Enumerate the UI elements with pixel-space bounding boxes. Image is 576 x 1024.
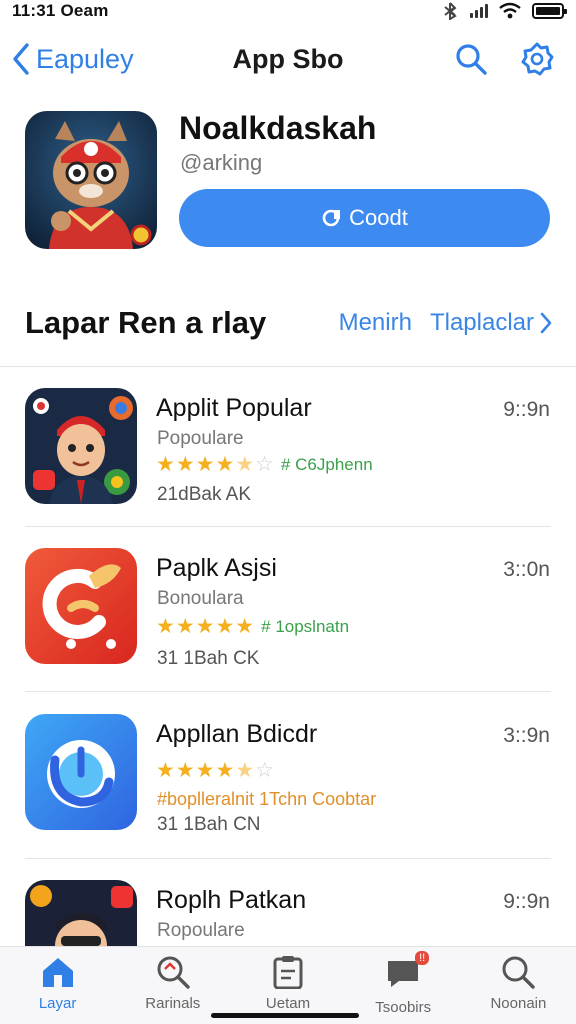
app-category: Bonoulara xyxy=(157,588,244,609)
tab-bar: Layar Rarinals Uetam !! Tsoobirs Noonain xyxy=(0,946,576,1024)
app-rating: ★★★★★ # 1opslnatn xyxy=(156,614,349,639)
search-icon[interactable] xyxy=(454,42,488,76)
app-size: 21dBak AK xyxy=(157,484,252,505)
featured-app-name: Noalkdaskah xyxy=(179,110,377,146)
see-all-label: Tlaplaclar xyxy=(429,309,534,336)
app-rating: ★★★★★☆ # C6Jphenn xyxy=(156,452,373,477)
tab-arcade[interactable]: !! Tsoobirs xyxy=(346,947,461,1024)
app-time: 9::9n xyxy=(503,890,550,913)
row-divider xyxy=(25,691,551,692)
wifi-icon xyxy=(499,2,521,19)
list-item[interactable]: Appllan Bdicdr 3::9n ★★★★★☆ #boplleralni… xyxy=(0,714,576,864)
gear-icon[interactable] xyxy=(520,42,554,76)
section-title: Lapar Ren a rlay xyxy=(25,305,267,340)
status-bar: 11:31 Oeam xyxy=(0,0,576,22)
chevron-left-icon xyxy=(13,43,29,75)
tab-label: Tsoobirs xyxy=(375,999,432,1016)
get-button-label: Coodt xyxy=(349,205,408,230)
app-time: 3::9n xyxy=(503,724,550,747)
tab-today[interactable]: Layar xyxy=(0,947,115,1024)
app-name: Applit Popular xyxy=(156,394,312,422)
list-item[interactable]: Applit Popular 9::9n Popoulare ★★★★★☆ # … xyxy=(0,388,576,538)
house-icon xyxy=(42,958,73,987)
app-tag: # 1opslnatn xyxy=(261,616,350,636)
row-divider xyxy=(25,526,551,527)
star-rating: ★★★★★ xyxy=(156,615,256,638)
back-button[interactable]: Eapuley xyxy=(12,42,134,76)
status-time: 11:31 Oeam xyxy=(12,1,109,20)
section-link-see-all[interactable]: Tlaplaclar xyxy=(430,309,552,337)
star-rating: ★★★★★☆ xyxy=(156,759,275,782)
app-size: 31 1Bah CN xyxy=(157,814,261,835)
battery-icon xyxy=(532,3,567,19)
list-item[interactable]: Paplk Asjsi 3::0n Bonoulara ★★★★★ # 1ops… xyxy=(0,548,576,698)
tab-label: Noonain xyxy=(490,995,547,1012)
app-time: 9::9n xyxy=(503,398,550,421)
get-button[interactable]: Coodt xyxy=(179,189,550,247)
app-icon xyxy=(25,714,137,830)
tab-label: Layar xyxy=(38,995,77,1012)
status-icons xyxy=(440,2,567,20)
section-divider xyxy=(0,366,576,367)
tab-badge: !! xyxy=(415,951,430,965)
app-time: 3::0n xyxy=(503,558,550,581)
app-category: Ropoulare xyxy=(157,920,245,941)
back-label: Eapuley xyxy=(36,43,134,74)
app-name: Roplh Patkan xyxy=(156,886,307,914)
search-icon xyxy=(502,956,536,989)
clipboard-icon xyxy=(273,956,303,989)
featured-app-subtitle: @arking xyxy=(180,150,263,175)
row-divider xyxy=(25,858,551,859)
cellular-signal-icon xyxy=(470,4,488,18)
section-links: Menirh Tlaplaclar xyxy=(339,309,552,337)
featured-app-icon[interactable] xyxy=(25,111,157,249)
bluetooth-icon xyxy=(444,2,457,20)
nav-bar: Eapuley App Sbo xyxy=(0,36,576,86)
section-link-primary[interactable]: Menirh xyxy=(339,309,412,337)
tab-search[interactable]: Noonain xyxy=(461,947,576,1024)
app-rating: ★★★★★☆ xyxy=(156,758,275,783)
app-tag: # C6Jphenn xyxy=(280,454,373,474)
app-name: Appllan Bdicdr xyxy=(156,720,318,748)
chat-icon-wrap: !! xyxy=(385,951,430,993)
app-store-screen: 11:31 Oeam Eapuley App Sbo Noalkdaskah @… xyxy=(0,0,576,1024)
app-category: Popoulare xyxy=(157,428,244,449)
home-indicator[interactable] xyxy=(211,1013,359,1018)
tab-label: Rarinals xyxy=(145,995,201,1012)
app-promo: #boplleralnit 1Tchn Coobtar xyxy=(157,789,377,809)
app-icon xyxy=(25,388,137,504)
nav-actions xyxy=(454,42,554,76)
app-size: 31 1Bah CK xyxy=(157,648,260,669)
app-name: Paplk Asjsi xyxy=(156,554,277,582)
star-rating: ★★★★★☆ xyxy=(156,453,275,476)
app-icon xyxy=(25,548,137,664)
download-icon xyxy=(322,209,341,227)
chevron-right-icon xyxy=(540,312,552,334)
search-icon xyxy=(157,956,190,989)
tab-label: Uetam xyxy=(265,995,311,1012)
